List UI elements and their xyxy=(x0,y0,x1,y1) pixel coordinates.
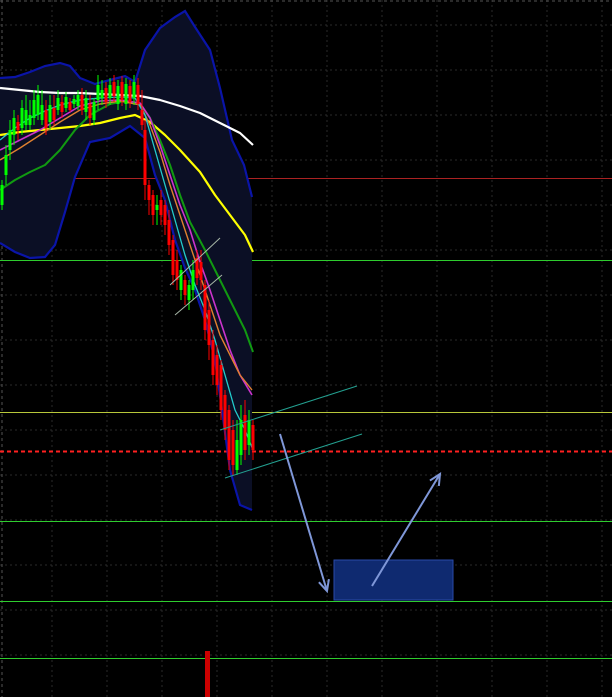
candle-body xyxy=(28,115,32,125)
candle-body xyxy=(116,86,120,104)
candle-body xyxy=(231,430,235,465)
candle-body xyxy=(203,285,207,330)
candle-body xyxy=(120,82,124,100)
candle-body xyxy=(215,355,219,385)
candle-body xyxy=(76,95,80,106)
candle-body xyxy=(128,86,132,102)
candle-body xyxy=(32,100,36,118)
candle-body xyxy=(104,88,108,102)
volume-bar xyxy=(205,651,210,697)
candle-body xyxy=(4,155,8,175)
candle-body xyxy=(44,110,48,128)
candle-body xyxy=(171,240,175,275)
candle-body xyxy=(247,420,251,445)
candle-body xyxy=(219,365,223,410)
candle-body xyxy=(52,108,56,120)
candle-body xyxy=(191,270,195,290)
price-chart xyxy=(0,0,612,697)
candle-body xyxy=(136,85,140,104)
candle-body xyxy=(16,122,20,130)
candle-body xyxy=(40,105,44,120)
candle-body xyxy=(140,110,144,125)
candle-body xyxy=(124,84,128,104)
candle-body xyxy=(0,185,4,205)
chart-area xyxy=(0,0,612,697)
candle-body xyxy=(187,285,191,300)
candle-body xyxy=(96,85,100,100)
candle-body xyxy=(143,130,147,185)
candle-body xyxy=(108,85,112,98)
candle-body xyxy=(159,200,163,215)
candle-body xyxy=(235,440,239,470)
candle-body xyxy=(207,310,211,345)
candle-body xyxy=(147,185,151,200)
candle-body xyxy=(88,104,92,118)
candle-body xyxy=(84,98,88,112)
candle-body xyxy=(163,205,167,225)
candle-body xyxy=(12,118,16,135)
candle-body xyxy=(8,130,12,150)
candle-body xyxy=(60,102,64,112)
candle-body xyxy=(211,340,215,375)
candle-body xyxy=(223,395,227,430)
candle-body xyxy=(80,95,84,110)
candle-body xyxy=(112,82,116,96)
candle-body xyxy=(239,420,243,455)
candle-body xyxy=(132,82,136,98)
candle-body xyxy=(183,280,187,295)
candle-body xyxy=(251,425,255,450)
candle-body xyxy=(100,90,104,98)
candle-body xyxy=(68,102,72,110)
candle-body xyxy=(20,108,24,128)
candle-body xyxy=(243,415,247,450)
candle-body xyxy=(64,97,68,108)
candle-body xyxy=(199,262,203,280)
candle-body xyxy=(72,99,76,104)
candle-body xyxy=(92,102,96,120)
candle-body xyxy=(151,195,155,215)
candle-body xyxy=(36,95,40,115)
target-zone xyxy=(333,559,454,601)
candle-body xyxy=(227,410,231,460)
candle-body xyxy=(48,105,52,122)
candle-body xyxy=(167,220,171,245)
candle-body xyxy=(24,110,28,125)
candle-body xyxy=(56,98,60,110)
candle-body xyxy=(155,205,159,210)
